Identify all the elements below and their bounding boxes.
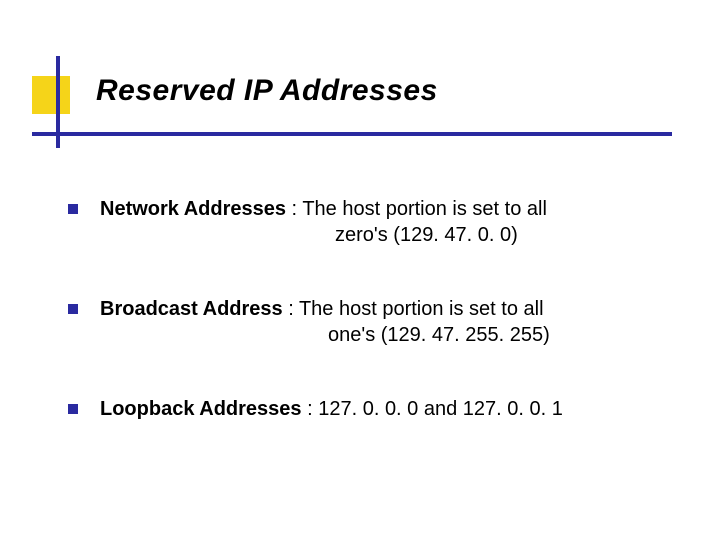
item-sep: :: [283, 298, 299, 320]
accent-blue-horizontal-line: [32, 132, 672, 136]
item-sep: :: [302, 398, 319, 420]
item-term: Loopback Addresses: [100, 398, 302, 420]
accent-yellow-square: [32, 76, 70, 114]
item-def-line1: The host portion is set to all: [299, 298, 544, 320]
bullet-square-icon: [68, 404, 78, 414]
item-term: Network Addresses: [100, 198, 286, 220]
list-item: Loopback Addresses : 127. 0. 0. 0 and 12…: [68, 396, 658, 422]
bullet-square-icon: [68, 304, 78, 314]
accent-blue-vertical-line: [56, 56, 60, 148]
slide-title: Reserved IP Addresses: [96, 74, 438, 108]
item-def-line1: The host portion is set to all: [302, 198, 547, 220]
slide-title-block: Reserved IP Addresses: [32, 56, 672, 156]
bullet-square-icon: [68, 204, 78, 214]
list-item-body: Loopback Addresses : 127. 0. 0. 0 and 12…: [100, 396, 658, 422]
list-item: Broadcast Address : The host portion is …: [68, 296, 658, 348]
item-def-line2: one's (129. 47. 255. 255): [100, 322, 658, 348]
item-def-line1: 127. 0. 0. 0 and 127. 0. 0. 1: [318, 398, 563, 420]
item-term: Broadcast Address: [100, 298, 283, 320]
item-def-line2: zero's (129. 47. 0. 0): [100, 222, 658, 248]
list-item: Network Addresses : The host portion is …: [68, 196, 658, 248]
slide-body: Network Addresses : The host portion is …: [68, 196, 658, 422]
list-item-body: Network Addresses : The host portion is …: [100, 196, 658, 248]
list-item-body: Broadcast Address : The host portion is …: [100, 296, 658, 348]
item-sep: :: [286, 198, 302, 220]
